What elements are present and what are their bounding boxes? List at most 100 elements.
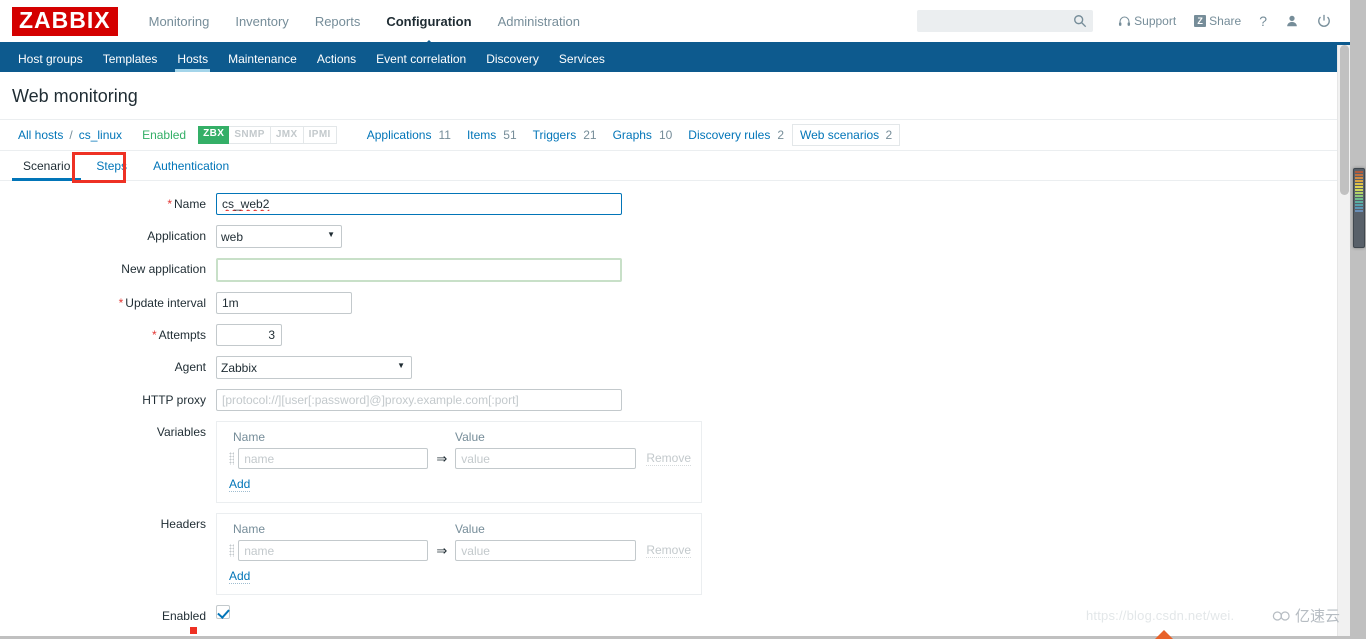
power-icon (1318, 14, 1330, 27)
name-input[interactable] (216, 193, 622, 215)
required-marker: * (167, 197, 172, 211)
scrollbar-thumb[interactable] (1340, 45, 1349, 195)
headers-col-value: Value (455, 522, 485, 536)
nav-reports[interactable]: Reports (302, 0, 374, 44)
agent-select[interactable]: Zabbix (216, 356, 412, 379)
host-link-applications-count: 11 (438, 128, 451, 142)
header-name-input[interactable] (238, 540, 429, 561)
tab-steps[interactable]: Steps (83, 152, 140, 180)
label-agent: Agent (174, 360, 206, 374)
color-level-widget[interactable] (1353, 168, 1365, 248)
variable-remove-link[interactable]: Remove (646, 451, 691, 466)
nav-configuration[interactable]: Configuration (373, 0, 484, 44)
header-remove-link[interactable]: Remove (646, 543, 691, 558)
tab-scenario[interactable]: Scenario (10, 152, 83, 181)
host-link-graphs[interactable]: Graphs 10 (609, 128, 673, 142)
field-row-update-interval: * Update interval (0, 292, 1350, 314)
subnav-event-correlation[interactable]: Event correlation (366, 45, 476, 72)
field-row-variables: Variables Name Value ⇒ Remove Add (0, 421, 1350, 503)
zabbix-logo[interactable]: ZABBIX (12, 6, 118, 36)
share-link[interactable]: Z Share (1185, 0, 1250, 44)
http-proxy-input[interactable] (216, 389, 622, 411)
label-update-interval: * Update interval (118, 296, 206, 310)
question-mark-icon: ? (1259, 13, 1267, 29)
header-add-link[interactable]: Add (229, 569, 251, 584)
table-row: ⇒ Remove (227, 540, 691, 561)
field-row-http-proxy: HTTP proxy (0, 389, 1350, 411)
label-application: Application (147, 229, 206, 243)
signout-button[interactable] (1308, 0, 1340, 44)
drag-handle-icon[interactable] (227, 449, 236, 469)
host-link-discovery-rules[interactable]: Discovery rules 2 (684, 128, 784, 142)
nav-monitoring[interactable]: Monitoring (136, 0, 223, 44)
tab-authentication[interactable]: Authentication (140, 152, 242, 180)
attempts-input[interactable] (216, 324, 282, 346)
badge-snmp: SNMP (229, 126, 271, 144)
cloud-icon (1272, 610, 1290, 621)
interface-badges: ZBX SNMP JMX IPMI (198, 126, 337, 144)
host-link-triggers[interactable]: Triggers 21 (529, 128, 597, 142)
section-navigation: Host groups Templates Hosts Maintenance … (0, 45, 1350, 72)
enabled-checkbox[interactable] (216, 605, 230, 619)
field-row-application: Application web (0, 225, 1350, 248)
subnav-services[interactable]: Services (549, 45, 615, 72)
host-link-discovery-rules-label[interactable]: Discovery rules (684, 128, 774, 142)
host-link-discovery-rules-count: 2 (777, 128, 785, 142)
application-select[interactable]: web (216, 225, 342, 248)
support-link[interactable]: Support (1109, 0, 1185, 44)
variables-col-value: Value (455, 430, 485, 444)
label-http-proxy: HTTP proxy (142, 393, 206, 407)
variable-name-input[interactable] (238, 448, 429, 469)
update-interval-input[interactable] (216, 292, 352, 314)
variables-table: Name Value ⇒ Remove Add (216, 421, 702, 503)
subnav-hosts[interactable]: Hosts (167, 45, 218, 72)
share-label: Share (1209, 13, 1242, 28)
host-link-items-count: 51 (503, 128, 517, 142)
watermark-url: https://blog.csdn.net/wei. (1086, 608, 1235, 623)
subnav-host-groups[interactable]: Host groups (8, 45, 93, 72)
user-icon (1287, 15, 1297, 27)
nav-inventory[interactable]: Inventory (222, 0, 301, 44)
arrow-icon: ⇒ (436, 450, 448, 466)
user-profile-button[interactable] (1276, 0, 1308, 44)
host-link-triggers-label[interactable]: Triggers (529, 128, 581, 142)
header-value-input[interactable] (455, 540, 637, 561)
headers-table: Name Value ⇒ Remove Add (216, 513, 702, 595)
nav-administration[interactable]: Administration (485, 0, 593, 44)
host-status: Enabled (142, 128, 187, 142)
label-variables: Variables (156, 425, 206, 439)
label-attempts: * Attempts (151, 328, 206, 342)
new-application-input[interactable] (216, 258, 622, 282)
web-scenario-form: *Name Application web New application (0, 181, 1350, 636)
drag-handle-icon[interactable] (227, 541, 236, 561)
search-input[interactable] (918, 11, 1069, 31)
host-link-items[interactable]: Items 51 (463, 128, 517, 142)
subnav-discovery[interactable]: Discovery (476, 45, 549, 72)
watermark-brand: 亿速云 (1272, 605, 1340, 626)
label-name: * Name (167, 197, 206, 211)
subnav-maintenance[interactable]: Maintenance (218, 45, 307, 72)
top-header: ZABBIX Monitoring Inventory Reports Conf… (0, 0, 1350, 45)
breadcrumb-host-name[interactable]: cs_linux (75, 128, 126, 142)
label-new-application: New application (121, 262, 206, 276)
variables-col-name: Name (233, 430, 266, 444)
page-scrollbar[interactable] (1337, 45, 1350, 636)
search-box[interactable] (917, 10, 1094, 32)
breadcrumb-all-hosts[interactable]: All hosts (14, 128, 67, 142)
label-headers: Headers (160, 517, 206, 531)
variable-value-input[interactable] (455, 448, 637, 469)
variable-add-link[interactable]: Add (229, 477, 251, 492)
help-button[interactable]: ? (1250, 0, 1276, 44)
badge-zbx: ZBX (198, 126, 230, 144)
search-icon (1074, 15, 1087, 28)
support-label: Support (1134, 13, 1177, 28)
subnav-templates[interactable]: Templates (93, 45, 168, 72)
subnav-actions[interactable]: Actions (307, 45, 366, 72)
breadcrumb-separator: / (69, 128, 73, 142)
host-link-graphs-label[interactable]: Graphs (609, 128, 656, 142)
host-link-items-label[interactable]: Items (463, 128, 500, 142)
host-link-applications[interactable]: Applications 11 (363, 128, 451, 142)
badge-jmx: JMX (270, 126, 304, 144)
host-link-web-scenarios[interactable]: Web scenarios 2 (792, 124, 901, 146)
host-link-applications-label[interactable]: Applications (363, 128, 436, 142)
